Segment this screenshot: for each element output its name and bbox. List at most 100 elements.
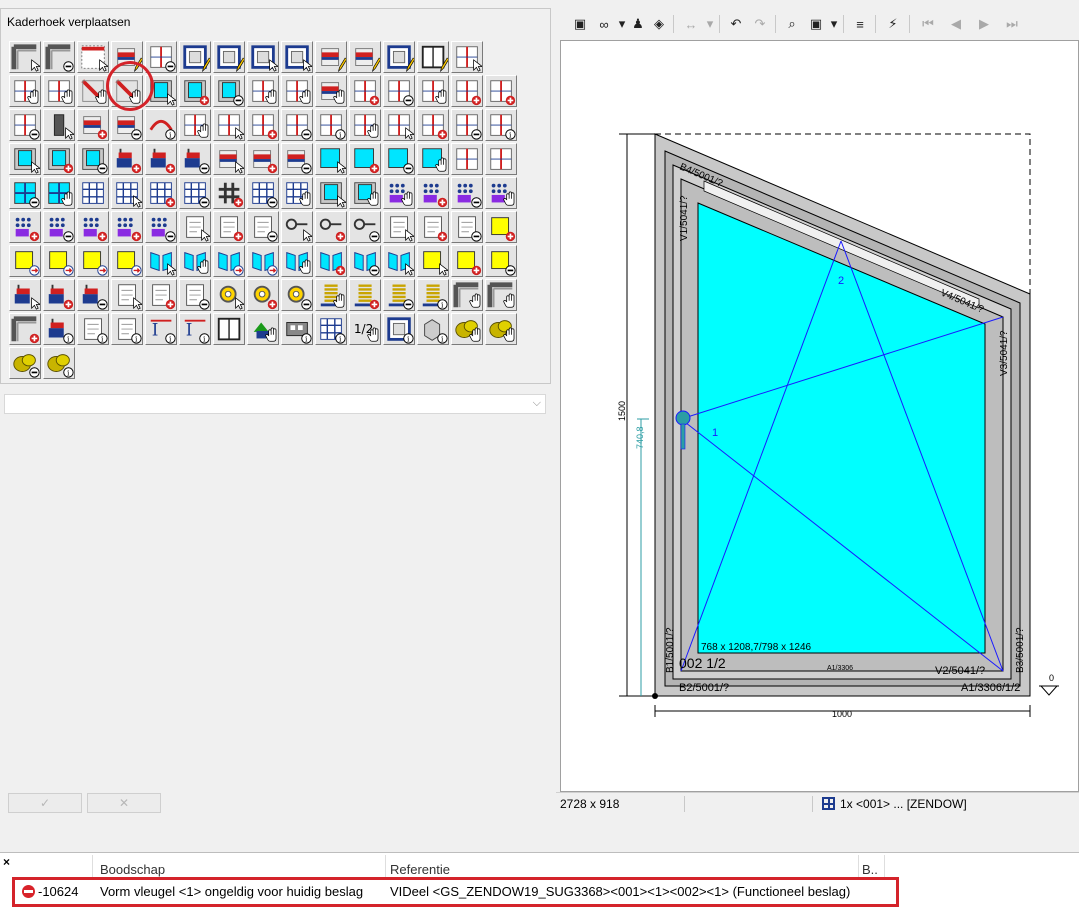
tool-button[interactable] bbox=[213, 109, 245, 141]
tool-button[interactable] bbox=[43, 109, 75, 141]
tool-button[interactable] bbox=[417, 75, 449, 107]
tool-button[interactable] bbox=[43, 245, 75, 277]
align-left-icon[interactable]: ≡ bbox=[848, 14, 872, 34]
tool-button[interactable] bbox=[145, 279, 177, 311]
tool-button[interactable] bbox=[77, 143, 109, 175]
label-right-inner[interactable]: V3/5041/? bbox=[999, 330, 1010, 376]
tool-button[interactable] bbox=[179, 41, 211, 73]
close-icon[interactable]: × bbox=[0, 856, 13, 869]
tool-button[interactable]: i bbox=[417, 279, 449, 311]
tool-button[interactable] bbox=[9, 177, 41, 209]
tool-button[interactable] bbox=[145, 211, 177, 243]
tool-button[interactable] bbox=[9, 211, 41, 243]
tool-button[interactable] bbox=[281, 245, 313, 277]
tool-button[interactable] bbox=[247, 143, 279, 175]
tool-button[interactable] bbox=[77, 41, 109, 73]
tool-button[interactable] bbox=[451, 279, 483, 311]
tool-button[interactable]: i bbox=[383, 313, 415, 345]
tool-button[interactable] bbox=[77, 177, 109, 209]
tool-button[interactable] bbox=[281, 75, 313, 107]
tool-button[interactable] bbox=[349, 109, 381, 141]
redo-icon[interactable]: ↷ bbox=[748, 14, 772, 34]
tool-button[interactable] bbox=[451, 211, 483, 243]
tool-button[interactable] bbox=[417, 177, 449, 209]
tool-button[interactable] bbox=[315, 279, 347, 311]
glasses-icon[interactable]: ∞ bbox=[592, 14, 616, 34]
tool-button[interactable] bbox=[315, 143, 347, 175]
person-icon[interactable]: ♟ bbox=[628, 14, 648, 34]
confirm-button[interactable]: ✓ bbox=[8, 793, 82, 813]
tool-button[interactable] bbox=[349, 245, 381, 277]
column-divider[interactable] bbox=[884, 855, 885, 879]
tool-button[interactable]: i bbox=[485, 109, 517, 141]
label-bottom-right[interactable]: A1/3306/1/2 bbox=[961, 682, 1020, 694]
tool-button[interactable] bbox=[485, 313, 517, 345]
view-button-icon[interactable]: ▣ bbox=[568, 14, 592, 34]
tool-button[interactable] bbox=[213, 211, 245, 243]
tool-button[interactable] bbox=[247, 41, 279, 73]
tool-button[interactable] bbox=[9, 245, 41, 277]
cancel-button[interactable]: ✕ bbox=[87, 793, 161, 813]
tool-button[interactable] bbox=[451, 177, 483, 209]
last-page-icon[interactable]: ⏭ bbox=[998, 14, 1026, 34]
lightning-check-icon[interactable]: ⚡ bbox=[880, 14, 906, 34]
column-header-b[interactable]: B.. bbox=[862, 862, 878, 877]
tool-button[interactable]: i bbox=[281, 313, 313, 345]
tool-button[interactable]: i bbox=[145, 109, 177, 141]
tool-button[interactable] bbox=[43, 279, 75, 311]
tool-button[interactable] bbox=[77, 245, 109, 277]
tool-button[interactable] bbox=[383, 211, 415, 243]
tool-button[interactable] bbox=[9, 347, 41, 379]
chevron-down-icon[interactable]: ⌵ bbox=[533, 397, 541, 410]
tool-button[interactable] bbox=[145, 41, 177, 73]
tool-button[interactable] bbox=[111, 41, 143, 73]
column-divider[interactable] bbox=[92, 855, 93, 879]
window-drawing[interactable]: B4/5001/? V1/5041/? V4/5041/? V3/5041/? … bbox=[561, 41, 1079, 793]
tool-button[interactable] bbox=[111, 279, 143, 311]
tool-button[interactable] bbox=[145, 143, 177, 175]
dropdown-arrow-icon[interactable]: ▾ bbox=[828, 14, 840, 34]
previous-icon[interactable]: ◀ bbox=[942, 14, 970, 34]
tool-button[interactable] bbox=[43, 143, 75, 175]
tool-button[interactable] bbox=[179, 279, 211, 311]
tool-button[interactable] bbox=[485, 279, 517, 311]
tool-button[interactable] bbox=[315, 211, 347, 243]
tool-button[interactable] bbox=[485, 211, 517, 243]
tool-button[interactable] bbox=[111, 109, 143, 141]
tool-button[interactable] bbox=[145, 245, 177, 277]
tool-button[interactable] bbox=[247, 109, 279, 141]
tool-button[interactable] bbox=[349, 75, 381, 107]
tool-button[interactable] bbox=[485, 177, 517, 209]
drawing-canvas[interactable]: B4/5001/? V1/5041/? V4/5041/? V3/5041/? … bbox=[560, 40, 1079, 792]
frame-select-icon[interactable]: ▣ bbox=[804, 14, 828, 34]
tool-button[interactable] bbox=[247, 177, 279, 209]
tool-button[interactable] bbox=[145, 75, 177, 107]
tool-button[interactable]: Ii bbox=[145, 313, 177, 345]
tool-button[interactable] bbox=[179, 143, 211, 175]
tool-button[interactable] bbox=[111, 245, 143, 277]
tool-button[interactable] bbox=[451, 41, 483, 73]
layers-icon[interactable]: ◈ bbox=[648, 14, 670, 34]
tool-button[interactable]: i bbox=[43, 347, 75, 379]
tool-button[interactable] bbox=[383, 279, 415, 311]
tool-button[interactable] bbox=[77, 211, 109, 243]
tool-button[interactable] bbox=[43, 211, 75, 243]
tool-button[interactable] bbox=[349, 211, 381, 243]
tool-button[interactable] bbox=[179, 109, 211, 141]
tool-button[interactable] bbox=[485, 75, 517, 107]
tool-button[interactable]: i bbox=[417, 313, 449, 345]
tool-button[interactable] bbox=[77, 75, 109, 107]
label-bottom-frame[interactable]: B2/5001/? bbox=[679, 682, 729, 694]
tool-button[interactable]: i bbox=[111, 313, 143, 345]
tool-button[interactable] bbox=[247, 211, 279, 243]
tool-button[interactable] bbox=[281, 177, 313, 209]
tool-button[interactable] bbox=[315, 75, 347, 107]
tool-button[interactable] bbox=[383, 245, 415, 277]
undo-icon[interactable]: ↶ bbox=[724, 14, 748, 34]
tool-button[interactable] bbox=[247, 75, 279, 107]
tool-button[interactable] bbox=[349, 177, 381, 209]
dropdown-arrow-icon[interactable]: ▾ bbox=[616, 14, 628, 34]
property-dropdown[interactable]: ⌵ bbox=[4, 394, 546, 414]
tool-button[interactable] bbox=[383, 75, 415, 107]
tool-button[interactable] bbox=[315, 245, 347, 277]
